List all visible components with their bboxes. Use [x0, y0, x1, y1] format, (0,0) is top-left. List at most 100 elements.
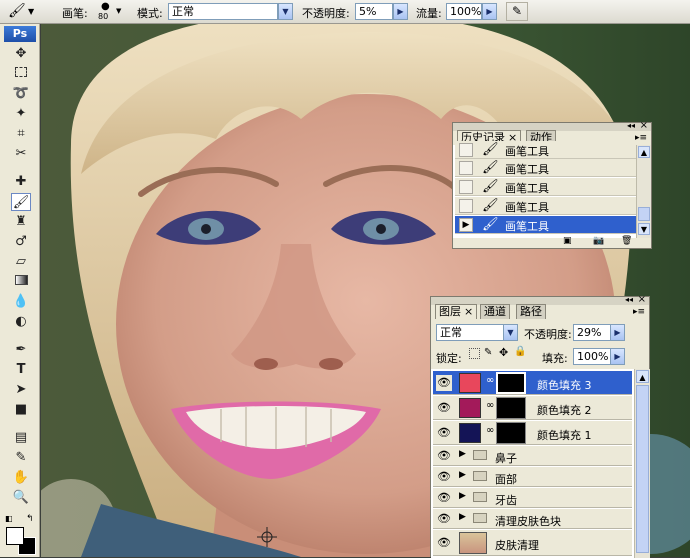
path-selection-tool-icon[interactable]: ➤	[11, 381, 31, 399]
tab-close-icon[interactable]: ×	[464, 305, 473, 318]
layers-scrollbar[interactable]: ▲	[634, 369, 650, 558]
mode-dropdown-button[interactable]: ▼	[278, 3, 293, 20]
lock-all-icon[interactable]: 🔒	[514, 346, 526, 357]
panel-menu-icon[interactable]: ▸≡	[633, 307, 645, 317]
layer-row-selected[interactable]: 👁 ∞ 颜色填充 3	[433, 371, 632, 395]
collapse-icon[interactable]: ◂◂	[625, 295, 633, 304]
layer-row[interactable]: 👁 ∞ 颜色填充 2	[433, 396, 632, 420]
brush-tool-icon[interactable]: 🖌	[11, 193, 31, 211]
eye-icon[interactable]: 👁	[436, 469, 452, 485]
gradient-tool-icon[interactable]	[11, 273, 31, 291]
brush-picker[interactable]: ● 80 ▼	[95, 1, 123, 23]
eye-icon[interactable]: 👁	[436, 425, 452, 441]
history-snapshot-checkbox[interactable]	[459, 199, 473, 213]
fill-slider-button[interactable]: ▶	[610, 348, 625, 365]
shape-tool-icon[interactable]: ■	[11, 401, 31, 419]
close-icon[interactable]: ×	[638, 294, 646, 305]
eye-icon[interactable]: 👁	[436, 375, 452, 391]
history-item[interactable]: 🖌 画笔工具	[455, 141, 648, 159]
healing-brush-tool-icon[interactable]: ✚	[11, 173, 31, 191]
lock-position-icon[interactable]: ✥	[499, 346, 508, 359]
lock-transparency-icon[interactable]	[469, 348, 480, 359]
move-tool-icon[interactable]: ✥	[11, 45, 31, 63]
history-snapshot-checkbox[interactable]	[459, 143, 473, 157]
flow-slider-button[interactable]: ▶	[482, 3, 497, 20]
slice-tool-icon[interactable]: ✂	[11, 145, 31, 163]
layer-row[interactable]: 👁 ∞ 颜色填充 1	[433, 421, 632, 445]
layer-name: 颜色填充 1	[537, 429, 592, 442]
hand-tool-icon[interactable]: ✋	[11, 469, 31, 487]
layer-group-row[interactable]: 👁 ▶ 清理皮肤色块	[433, 509, 632, 529]
layer-name: 清理皮肤色块	[495, 515, 561, 528]
layer-mask-thumbnail	[496, 397, 526, 419]
default-colors-icon[interactable]: ◧	[5, 514, 13, 523]
trash-icon[interactable]: 🗑	[621, 236, 632, 246]
airbrush-icon[interactable]: ✎	[506, 2, 528, 21]
tab-channels[interactable]: 通道	[480, 304, 510, 319]
scroll-down-icon[interactable]: ▼	[638, 223, 650, 235]
expand-arrow-icon[interactable]: ▶	[459, 491, 466, 501]
tool-preset-dropdown-icon[interactable]: ▼	[28, 7, 34, 16]
magic-wand-tool-icon[interactable]: ✦	[11, 105, 31, 123]
blur-tool-icon[interactable]: 💧	[11, 293, 31, 311]
eye-icon[interactable]: 👁	[436, 511, 452, 527]
foreground-color-swatch[interactable]	[6, 527, 24, 545]
opacity-slider-button[interactable]: ▶	[393, 3, 408, 20]
brush-tool-icon[interactable]: 🖌	[8, 3, 26, 19]
mode-select[interactable]: 正常	[168, 3, 278, 20]
layer-color-swatch	[459, 373, 481, 393]
scroll-thumb[interactable]	[638, 207, 650, 221]
dodge-tool-icon[interactable]: ◐	[11, 313, 31, 331]
eyedropper-tool-icon[interactable]: ✎	[11, 449, 31, 467]
crop-tool-icon[interactable]: ⌗	[11, 125, 31, 143]
lock-label: 锁定:	[436, 352, 462, 365]
layer-group-row[interactable]: 👁 ▶ 牙齿	[433, 488, 632, 508]
eraser-tool-icon[interactable]: ▱	[11, 253, 31, 271]
marquee-tool-icon[interactable]	[11, 65, 31, 83]
collapse-icon[interactable]: ◂◂	[627, 121, 635, 130]
layer-row[interactable]: 👁 皮肤清理	[433, 530, 632, 556]
expand-arrow-icon[interactable]: ▶	[459, 449, 466, 459]
opacity-input[interactable]: 5%	[355, 3, 393, 20]
tab-paths[interactable]: 路径	[516, 304, 546, 319]
lock-pixels-icon[interactable]: ✎	[484, 347, 492, 358]
blend-mode-select[interactable]: 正常	[436, 324, 508, 341]
eye-icon[interactable]: 👁	[436, 490, 452, 506]
scroll-up-icon[interactable]: ▲	[638, 146, 650, 158]
fill-input[interactable]: 100%	[573, 348, 611, 365]
history-scrollbar[interactable]: ▲ ▼	[636, 145, 651, 238]
scroll-up-icon[interactable]: ▲	[636, 370, 649, 383]
new-document-from-state-icon[interactable]: ▣	[563, 236, 572, 246]
eye-icon[interactable]: 👁	[436, 400, 452, 416]
pen-tool-icon[interactable]: ✒	[11, 341, 31, 359]
close-icon[interactable]: ×	[640, 120, 648, 131]
layer-group-row[interactable]: 👁 ▶ 鼻子	[433, 446, 632, 466]
history-item[interactable]: 🖌 画笔工具	[455, 178, 648, 196]
eye-icon[interactable]: 👁	[436, 535, 452, 551]
expand-arrow-icon[interactable]: ▶	[459, 512, 466, 522]
type-tool-icon[interactable]: T	[11, 361, 31, 379]
history-item[interactable]: 🖌 画笔工具	[455, 197, 648, 215]
zoom-tool-icon[interactable]: 🔍	[11, 489, 31, 507]
flow-input[interactable]: 100%	[446, 3, 482, 20]
history-item[interactable]: 🖌 画笔工具	[455, 159, 648, 177]
history-item-selected[interactable]: ▶ 🖌 画笔工具	[455, 216, 648, 234]
brush-size: 80	[98, 12, 109, 21]
lasso-tool-icon[interactable]: ➰	[11, 85, 31, 103]
history-brush-tool-icon[interactable]: ♂	[11, 233, 31, 251]
layer-group-row[interactable]: 👁 ▶ 面部	[433, 467, 632, 487]
history-snapshot-checkbox[interactable]	[459, 180, 473, 194]
history-state-marker-icon[interactable]: ▶	[459, 218, 473, 232]
blend-mode-dropdown-button[interactable]: ▼	[503, 324, 518, 341]
expand-arrow-icon[interactable]: ▶	[459, 470, 466, 480]
tab-layers[interactable]: 图层 ×	[435, 304, 478, 319]
new-snapshot-icon[interactable]: 📷	[593, 236, 604, 246]
scroll-thumb[interactable]	[636, 385, 649, 553]
layer-opacity-input[interactable]: 29%	[573, 324, 611, 341]
layer-opacity-slider-button[interactable]: ▶	[610, 324, 625, 341]
eye-icon[interactable]: 👁	[436, 448, 452, 464]
swap-colors-icon[interactable]: ↰	[26, 514, 34, 524]
clone-stamp-tool-icon[interactable]: ♜	[11, 213, 31, 231]
history-snapshot-checkbox[interactable]	[459, 161, 473, 175]
notes-tool-icon[interactable]: ▤	[11, 429, 31, 447]
